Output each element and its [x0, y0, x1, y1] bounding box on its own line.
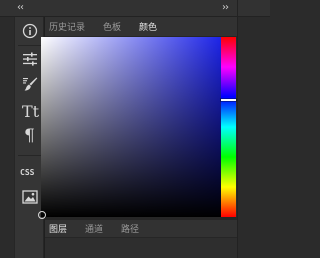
character-icon: Tt	[22, 102, 39, 120]
tool-adjustments[interactable]	[15, 47, 44, 71]
layers-panel-body	[45, 238, 237, 258]
layers-panel-tabs: 图层 通道 路径	[45, 220, 237, 238]
toolbar-divider	[18, 155, 41, 156]
hue-slider[interactable]	[221, 37, 236, 217]
paragraph-icon: ¶	[24, 126, 35, 144]
tab-color[interactable]: 颜色	[139, 20, 157, 33]
css-icon: CSS	[20, 168, 35, 177]
panel-header-bar	[44, 0, 237, 17]
tool-brush[interactable]	[15, 72, 44, 96]
tool-info[interactable]	[15, 19, 44, 43]
tab-layers[interactable]: 图层	[49, 222, 67, 235]
tool-image[interactable]	[15, 185, 44, 209]
character-icon-label: Tt	[22, 102, 39, 120]
css-icon-label: CSS	[20, 168, 35, 177]
adjustments-icon	[22, 52, 37, 66]
image-icon	[21, 190, 38, 204]
tab-paths[interactable]: 路径	[121, 222, 139, 235]
right-dock-header	[237, 0, 270, 17]
paragraph-icon-label: ¶	[24, 126, 35, 144]
tool-character[interactable]: Tt	[15, 99, 44, 123]
hue-slider-handle[interactable]	[221, 99, 236, 101]
color-panel-tabs: 历史记录 色板 颜色	[45, 17, 237, 37]
toolbar-divider	[18, 45, 41, 46]
tab-swatches[interactable]: 色板	[103, 20, 121, 33]
tab-history[interactable]: 历史记录	[49, 20, 85, 33]
saturation-brightness-field[interactable]	[41, 37, 221, 217]
tool-paragraph[interactable]: ¶	[15, 123, 44, 147]
tab-channels[interactable]: 通道	[85, 222, 103, 235]
tool-css[interactable]: CSS	[15, 160, 44, 184]
panel-window: ‹‹ ›› Tt ¶ CSS 历史记录 色板 颜色 图层 通道 路径	[0, 0, 270, 258]
brush-icon	[22, 77, 37, 91]
panel-icon-toolbar: Tt ¶ CSS	[14, 17, 44, 258]
expand-panels-icon[interactable]: ››	[222, 3, 229, 13]
info-icon	[22, 23, 37, 39]
right-dock-strip	[237, 0, 270, 258]
collapse-panels-icon[interactable]: ‹‹	[17, 3, 24, 13]
